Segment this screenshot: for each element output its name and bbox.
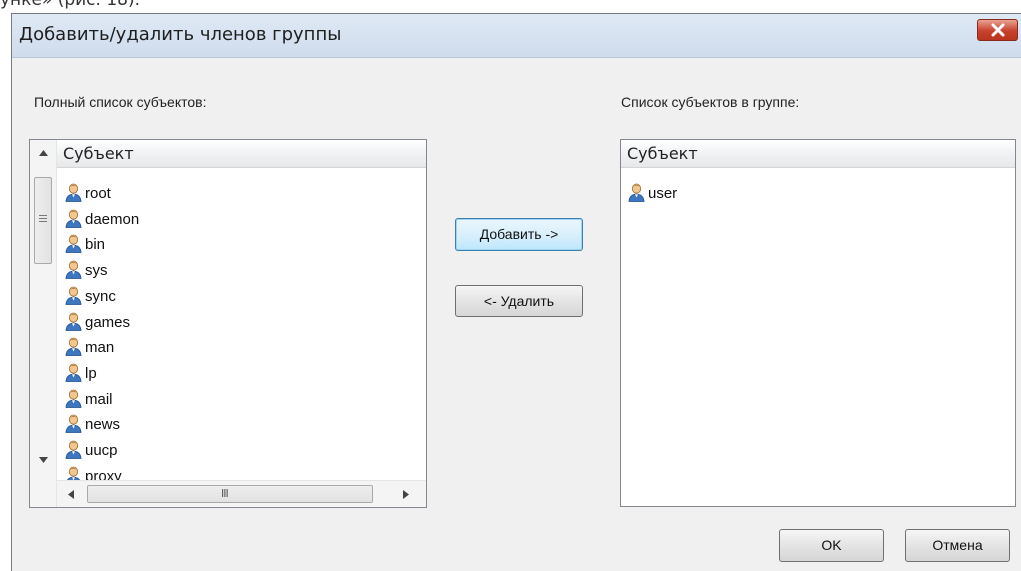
user-icon bbox=[65, 440, 85, 459]
cancel-button[interactable]: Отмена bbox=[905, 529, 1010, 562]
scroll-right-arrow-icon[interactable] bbox=[403, 490, 409, 499]
user-icon bbox=[65, 337, 85, 357]
user-icon bbox=[65, 183, 85, 202]
scroll-grip-label: III bbox=[221, 487, 229, 500]
remove-button[interactable]: <- Удалить bbox=[455, 285, 583, 317]
group-subject-list[interactable]: Субъект user bbox=[620, 139, 1016, 507]
list-item[interactable]: daemon bbox=[65, 207, 139, 232]
list-item-label: bin bbox=[85, 236, 106, 254]
column-header-subject[interactable]: Субъект bbox=[621, 140, 1015, 168]
user-icon bbox=[65, 389, 85, 408]
list-item-label: lp bbox=[85, 364, 97, 382]
user-icon bbox=[65, 209, 85, 228]
list-item[interactable]: games bbox=[65, 310, 130, 335]
list-item[interactable]: man bbox=[65, 335, 114, 360]
cropped-document-text: унке» (рис. 18). bbox=[0, 0, 141, 10]
list-item[interactable]: sys bbox=[65, 258, 108, 283]
user-icon bbox=[65, 260, 85, 280]
list-item[interactable]: news bbox=[65, 412, 120, 437]
user-icon bbox=[65, 363, 85, 382]
list-item-label: uucp bbox=[85, 442, 118, 459]
scroll-left-arrow-icon[interactable] bbox=[68, 490, 74, 499]
list-item[interactable]: root bbox=[65, 181, 111, 206]
user-icon bbox=[65, 286, 85, 305]
list-item[interactable]: mail bbox=[65, 387, 113, 412]
title-bar: Добавить/удалить членов группы bbox=[12, 14, 1021, 58]
add-button[interactable]: Добавить -> bbox=[455, 218, 583, 251]
close-icon bbox=[991, 23, 1005, 37]
list-item-label: sync bbox=[85, 287, 116, 305]
close-button[interactable] bbox=[977, 19, 1018, 41]
window-title: Добавить/удалить членов группы bbox=[19, 24, 342, 45]
full-list-label: Полный список субъектов: bbox=[34, 94, 207, 110]
group-list-label: Список субъектов в группе: bbox=[621, 94, 800, 110]
list-item[interactable]: user bbox=[628, 181, 677, 206]
list-item-label: mail bbox=[85, 390, 113, 408]
dialog-window: Добавить/удалить членов группы Полный сп… bbox=[11, 13, 1021, 571]
horizontal-scroll-thumb[interactable]: III bbox=[87, 485, 373, 503]
list-item-label: user bbox=[648, 185, 678, 202]
list-item[interactable]: uucp bbox=[65, 438, 118, 463]
list-item-label: news bbox=[85, 416, 121, 434]
user-icon bbox=[628, 183, 648, 202]
list-item-label: daemon bbox=[85, 210, 140, 228]
list-item-label: sys bbox=[85, 262, 108, 280]
list-item[interactable]: sync bbox=[65, 284, 116, 309]
scroll-up-arrow-icon[interactable] bbox=[39, 150, 48, 156]
list-item-label: root bbox=[85, 185, 111, 202]
list-item-label: man bbox=[85, 339, 115, 357]
list-item-label: games bbox=[85, 313, 131, 331]
scroll-down-arrow-icon[interactable] bbox=[39, 457, 48, 463]
user-icon bbox=[65, 312, 85, 331]
column-header-subject[interactable]: Субъект bbox=[57, 140, 426, 168]
list-item[interactable]: bin bbox=[65, 232, 105, 257]
user-icon bbox=[65, 414, 85, 434]
horizontal-scrollbar[interactable]: III bbox=[57, 480, 426, 507]
vertical-scrollbar[interactable] bbox=[30, 140, 57, 507]
user-icon bbox=[65, 235, 85, 254]
ok-button[interactable]: OK bbox=[779, 529, 884, 562]
vertical-scroll-thumb[interactable] bbox=[34, 177, 52, 264]
full-subject-list[interactable]: Субъект root daemon bin sys sync games man lp ma… bbox=[29, 139, 427, 508]
list-item[interactable]: lp bbox=[65, 361, 97, 386]
